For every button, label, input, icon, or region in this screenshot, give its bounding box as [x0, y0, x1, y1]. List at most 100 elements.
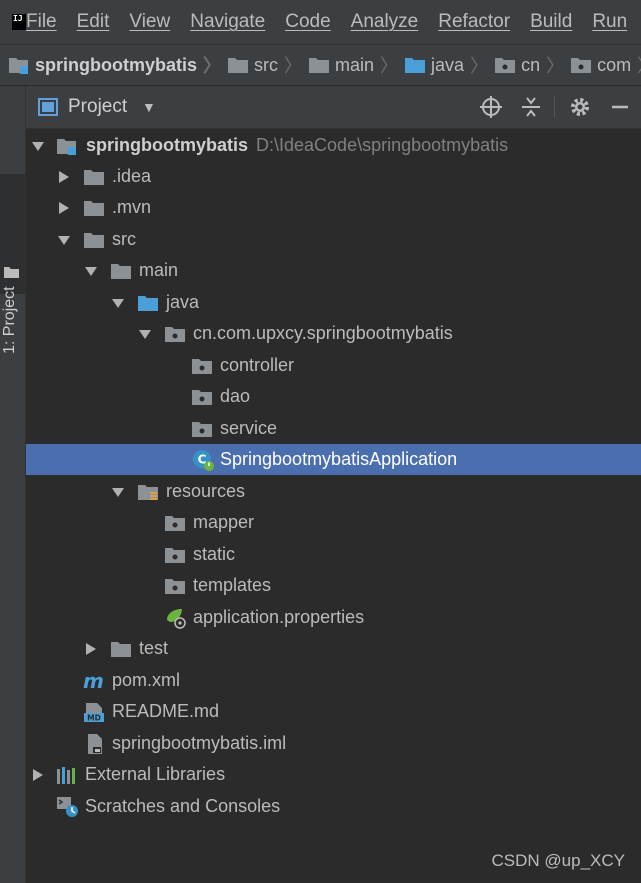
breadcrumb-item-java[interactable]: java 〉	[404, 52, 494, 78]
tree-node-main[interactable]: main	[26, 255, 641, 286]
tree-label: src	[112, 229, 136, 249]
expanded-arrow-icon[interactable]	[85, 265, 97, 277]
tree-node-scratches[interactable]: Scratches and Consoles	[26, 791, 641, 822]
source-folder-icon	[138, 296, 158, 311]
tree-node-external-libraries[interactable]: External Libraries	[26, 759, 641, 790]
tree-node-templates[interactable]: templates	[26, 570, 641, 601]
chevron-right-icon: 〉	[637, 52, 641, 78]
menu-edit[interactable]: Edit	[77, 11, 110, 33]
module-icon	[57, 139, 76, 155]
svg-text:m: m	[83, 671, 104, 691]
package-icon	[495, 58, 516, 73]
folder-icon	[111, 642, 131, 657]
breadcrumb-item-cn[interactable]: cn 〉	[494, 52, 570, 78]
project-tool-window-tab[interactable]: 1: Project	[0, 174, 25, 354]
breadcrumb-item-project[interactable]: springbootmybatis 〉	[8, 52, 227, 78]
library-icon	[57, 767, 75, 784]
expanded-arrow-icon[interactable]	[139, 328, 151, 340]
project-path: D:\IdeaCode\springbootmybatis	[256, 135, 509, 155]
package-icon	[192, 390, 212, 405]
breadcrumb-item-src[interactable]: src 〉	[227, 52, 308, 78]
tree-node-src[interactable]: src	[26, 224, 641, 255]
folder-icon	[84, 170, 104, 185]
project-tree: springbootmybatis D:\IdeaCode\springbootm…	[26, 129, 641, 883]
breadcrumb-item-main[interactable]: main 〉	[308, 52, 404, 78]
menu-view[interactable]: View	[129, 11, 170, 33]
folder-icon	[84, 201, 104, 216]
project-panel-header: Project ▼	[26, 86, 641, 129]
tree-label: mapper	[193, 512, 255, 532]
tree-node-iml[interactable]: springbootmybatis.iml	[26, 728, 641, 759]
locate-file-icon[interactable]	[479, 95, 503, 119]
markdown-file-icon: MD	[84, 703, 104, 723]
tool-window-stripe: 1: Project	[0, 86, 26, 883]
collapsed-arrow-icon[interactable]	[58, 202, 70, 214]
tree-node-application-class[interactable]: C SpringbootmybatisApplication	[26, 444, 641, 475]
tree-node-package[interactable]: cn.com.upxcy.springbootmybatis	[26, 318, 641, 349]
tree-node-idea[interactable]: .idea	[26, 161, 641, 192]
breadcrumb-label: main	[335, 54, 375, 75]
collapsed-arrow-icon[interactable]	[85, 643, 97, 655]
gear-icon[interactable]	[568, 95, 592, 119]
menu-code[interactable]: Code	[285, 11, 330, 33]
tree-label: java	[166, 292, 200, 312]
tree-label: cn.com.upxcy.springbootmybatis	[193, 323, 453, 343]
tree-node-service[interactable]: service	[26, 413, 641, 444]
chevron-right-icon: 〉	[284, 56, 303, 76]
breadcrumb-label: com	[597, 54, 632, 75]
panel-title[interactable]: Project	[68, 96, 127, 118]
folder-icon	[84, 233, 104, 248]
tree-node-test[interactable]: test	[26, 633, 641, 664]
tree-node-application-properties[interactable]: application.properties	[26, 602, 641, 633]
collapse-all-icon[interactable]	[519, 95, 543, 119]
tree-label: .mvn	[112, 197, 152, 217]
module-icon	[9, 58, 28, 74]
menu-refactor[interactable]: Refactor	[438, 11, 510, 33]
resources-folder-icon	[138, 485, 158, 500]
package-icon	[165, 548, 185, 563]
tree-node-java[interactable]: java	[26, 287, 641, 318]
menu-analyze[interactable]: Analyze	[351, 11, 419, 33]
tree-label: SpringbootmybatisApplication	[220, 449, 458, 469]
package-icon	[165, 579, 185, 594]
menu-file[interactable]: File	[26, 11, 57, 33]
tree-node-dao[interactable]: dao	[26, 381, 641, 412]
menu-navigate[interactable]: Navigate	[190, 11, 265, 33]
breadcrumb-item-com[interactable]: com 〉	[570, 52, 641, 78]
tree-label: service	[220, 418, 278, 438]
tree-node-controller[interactable]: controller	[26, 350, 641, 381]
module-file-icon	[88, 734, 102, 754]
tree-node-static[interactable]: static	[26, 539, 641, 570]
tree-node-readme[interactable]: MD README.md	[26, 696, 641, 727]
dropdown-arrow-icon[interactable]: ▼	[142, 99, 156, 115]
folder-icon	[111, 264, 131, 279]
stripe-label: 1: Project	[1, 286, 18, 354]
tree-node-mapper[interactable]: mapper	[26, 507, 641, 538]
folder-icon	[4, 267, 19, 278]
menu-run[interactable]: Run	[592, 11, 627, 33]
source-folder-icon	[405, 58, 426, 73]
expanded-arrow-icon[interactable]	[58, 234, 70, 246]
tree-label: pom.xml	[112, 670, 181, 690]
scratches-icon	[57, 797, 78, 817]
tree-node-root[interactable]: springbootmybatis D:\IdeaCode\springbootm…	[26, 130, 641, 161]
minimize-icon[interactable]	[608, 95, 632, 119]
chevron-right-icon: 〉	[380, 56, 399, 76]
collapsed-arrow-icon[interactable]	[58, 171, 70, 183]
tree-label: .idea	[112, 166, 152, 186]
menu-build[interactable]: Build	[530, 11, 572, 33]
tree-label: Scratches and Consoles	[85, 796, 281, 816]
expanded-arrow-icon[interactable]	[32, 140, 44, 152]
expanded-arrow-icon[interactable]	[112, 486, 124, 498]
expanded-arrow-icon[interactable]	[112, 297, 124, 309]
tree-node-resources[interactable]: resources	[26, 476, 641, 507]
tree-label: README.md	[112, 701, 220, 721]
breadcrumb-label: cn	[521, 54, 541, 75]
package-icon	[165, 516, 185, 531]
tree-label: static	[193, 544, 236, 564]
tree-node-pom[interactable]: m pom.xml	[26, 665, 641, 696]
collapsed-arrow-icon[interactable]	[32, 769, 44, 781]
svg-text:MD: MD	[87, 714, 101, 723]
project-view-icon	[38, 98, 58, 116]
tree-node-mvn[interactable]: .mvn	[26, 192, 641, 223]
